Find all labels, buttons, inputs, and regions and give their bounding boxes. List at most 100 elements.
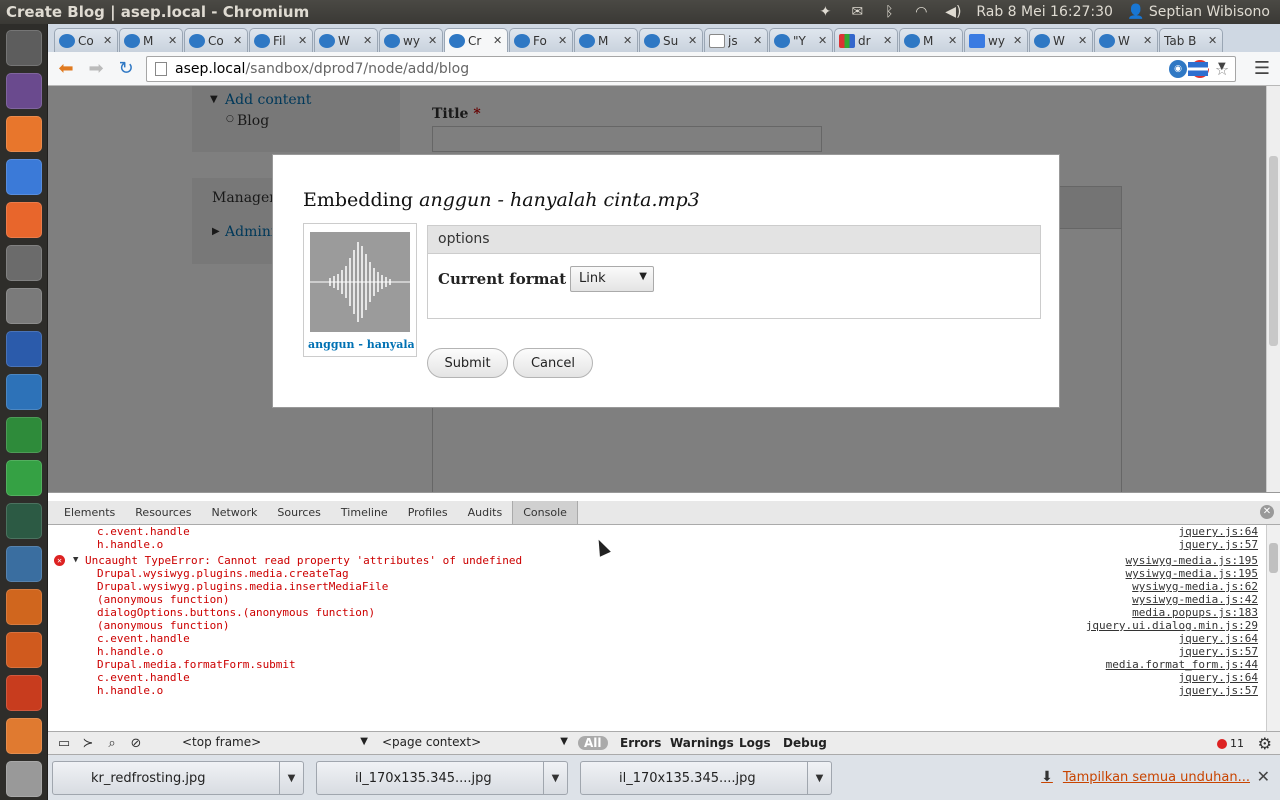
console-source-link[interactable]: wysiwyg-media.js:195	[1126, 567, 1258, 580]
console-scrollbar[interactable]	[1266, 525, 1280, 731]
console-source-link[interactable]: wysiwyg-media.js:42	[1132, 593, 1258, 606]
tab-close-icon[interactable]: ✕	[298, 34, 308, 47]
download-menu-icon[interactable]: ▼	[543, 761, 567, 795]
console-source-link[interactable]: jquery.js:57	[1179, 645, 1258, 658]
devtools-tab-timeline[interactable]: Timeline	[331, 502, 398, 523]
browser-tab[interactable]: js ✕	[704, 28, 768, 52]
tab-close-icon[interactable]: ✕	[428, 34, 438, 47]
thunderbird-launcher-icon[interactable]	[6, 546, 42, 582]
user-menu[interactable]: 👤 Septian Wibisono	[1127, 4, 1270, 20]
tab-close-icon[interactable]: ✕	[948, 34, 958, 47]
download-item[interactable]: kr_redfrosting.jpg ▼	[52, 761, 304, 795]
download-item[interactable]: il_170x135.345....jpg ▼	[580, 761, 832, 795]
devtools-close-icon[interactable]: ✕	[1260, 505, 1274, 519]
devtools-tab-elements[interactable]: Elements	[54, 502, 125, 523]
tab-close-icon[interactable]: ✕	[688, 34, 698, 47]
tab-close-icon[interactable]: ✕	[493, 34, 503, 47]
format-select[interactable]: Link ▼	[570, 266, 654, 292]
devtools-tab-console[interactable]: Console	[512, 501, 578, 524]
browser-tab[interactable]: Tab B ✕	[1159, 28, 1223, 52]
console-source-link[interactable]: wysiwyg-media.js:195	[1126, 554, 1258, 567]
console-scrollbar-thumb[interactable]	[1269, 543, 1278, 573]
drawer-icon[interactable]: ≻	[80, 736, 96, 752]
devtools-tab-network[interactable]: Network	[201, 502, 267, 523]
filter-errors[interactable]: Errors	[620, 736, 661, 750]
console-source-link[interactable]: wysiwyg-media.js:62	[1132, 580, 1258, 593]
page-scrollbar[interactable]	[1266, 86, 1280, 492]
software-center-launcher-icon[interactable]	[6, 632, 42, 668]
reload-button[interactable]: ↻	[114, 57, 138, 81]
filter-all[interactable]: All	[578, 736, 608, 750]
tab-close-icon[interactable]: ✕	[1078, 34, 1088, 47]
dash-launcher-icon[interactable]	[6, 30, 42, 66]
close-download-shelf-icon[interactable]: ✕	[1257, 767, 1270, 786]
clear-console-icon[interactable]: ⊘	[128, 736, 144, 752]
console-source-link[interactable]: media.popups.js:183	[1132, 606, 1258, 619]
address-bar[interactable]: asep.local/sandbox/dprod7/node/add/blog …	[146, 56, 1236, 82]
impress-launcher-icon[interactable]	[6, 589, 42, 625]
console-source-link[interactable]: jquery.ui.dialog.min.js:29	[1086, 619, 1258, 632]
page-scrollbar-thumb[interactable]	[1269, 156, 1278, 346]
browser-tab[interactable]: Co ✕	[54, 28, 118, 52]
bluetooth-icon[interactable]: ᛒ	[880, 4, 898, 20]
extension-icon[interactable]	[1188, 62, 1208, 76]
browser-tab[interactable]: M ✕	[574, 28, 638, 52]
console-source-link[interactable]: jquery.js:64	[1179, 525, 1258, 538]
tab-close-icon[interactable]: ✕	[753, 34, 763, 47]
trash-launcher-icon[interactable]	[6, 761, 42, 797]
firefox-launcher-icon[interactable]	[6, 202, 42, 238]
calc-launcher-icon[interactable]	[6, 460, 42, 496]
error-count[interactable]: 11	[1217, 737, 1244, 750]
dock-icon[interactable]: ▭	[56, 736, 72, 752]
gear-icon[interactable]: ⚙	[1258, 734, 1272, 753]
frame-selector[interactable]: <top frame> ▼	[178, 735, 368, 753]
devtools-tab-resources[interactable]: Resources	[125, 502, 201, 523]
browser-tab[interactable]: W ✕	[314, 28, 378, 52]
wifi-icon[interactable]: ◠	[912, 4, 930, 20]
browser-tab[interactable]: Fo ✕	[509, 28, 573, 52]
writer-launcher-icon[interactable]	[6, 374, 42, 410]
tab-close-icon[interactable]: ✕	[818, 34, 828, 47]
download-menu-icon[interactable]: ▼	[279, 761, 303, 795]
wps-launcher-icon[interactable]	[6, 288, 42, 324]
tab-close-icon[interactable]: ✕	[1013, 34, 1023, 47]
expand-triangle-icon[interactable]: ▼	[73, 554, 78, 567]
tab-close-icon[interactable]: ✕	[1143, 34, 1153, 47]
chrome-menu-icon[interactable]: ☰	[1252, 59, 1272, 79]
browser-tab[interactable]: Cr ✕	[444, 28, 508, 52]
eclipse-launcher-icon[interactable]	[6, 73, 42, 109]
clock[interactable]: Rab 8 Mei 16:27:30	[976, 4, 1113, 20]
console-source-link[interactable]: jquery.js:57	[1179, 538, 1258, 551]
browser-tab[interactable]: wy ✕	[379, 28, 443, 52]
back-button[interactable]: ⬅	[54, 57, 78, 81]
sublime-launcher-icon[interactable]	[6, 718, 42, 754]
tab-close-icon[interactable]: ✕	[103, 34, 113, 47]
search-icon[interactable]: ⌕	[104, 736, 120, 752]
drupal-extension-icon[interactable]: ◉	[1169, 60, 1187, 78]
show-all-downloads-link[interactable]: ⬇ Tampilkan semua unduhan...	[1041, 769, 1250, 785]
text-editor-launcher-icon[interactable]	[6, 245, 42, 281]
browser-tab[interactable]: W ✕	[1029, 28, 1093, 52]
submit-button[interactable]: Submit	[427, 348, 508, 378]
browser-tab[interactable]: "Y ✕	[769, 28, 833, 52]
thumbnail-caption[interactable]: anggun - hanyalah cinta.mp3	[308, 338, 414, 351]
console-source-link[interactable]: jquery.js:64	[1179, 671, 1258, 684]
tab-close-icon[interactable]: ✕	[558, 34, 568, 47]
mail-icon[interactable]: ✉	[848, 4, 866, 20]
browser-tab[interactable]: dr ✕	[834, 28, 898, 52]
filter-logs[interactable]: Logs	[739, 736, 771, 750]
word-launcher-icon[interactable]	[6, 331, 42, 367]
system-monitor-launcher-icon[interactable]	[6, 503, 42, 539]
tab-close-icon[interactable]: ✕	[1208, 34, 1218, 47]
cancel-button[interactable]: Cancel	[513, 348, 593, 378]
files-launcher-icon[interactable]	[6, 116, 42, 152]
console-source-link[interactable]: jquery.js:57	[1179, 684, 1258, 697]
browser-tab[interactable]: Co ✕	[184, 28, 248, 52]
browser-tab[interactable]: wy ✕	[964, 28, 1028, 52]
chromium-launcher-icon[interactable]	[6, 159, 42, 195]
settings-launcher-icon[interactable]	[6, 675, 42, 711]
filter-warnings[interactable]: Warnings	[670, 736, 734, 750]
dropbox-icon[interactable]: ✦	[816, 4, 834, 20]
extension-dropdown-icon[interactable]: ▼	[1218, 61, 1226, 72]
excel-launcher-icon[interactable]	[6, 417, 42, 453]
